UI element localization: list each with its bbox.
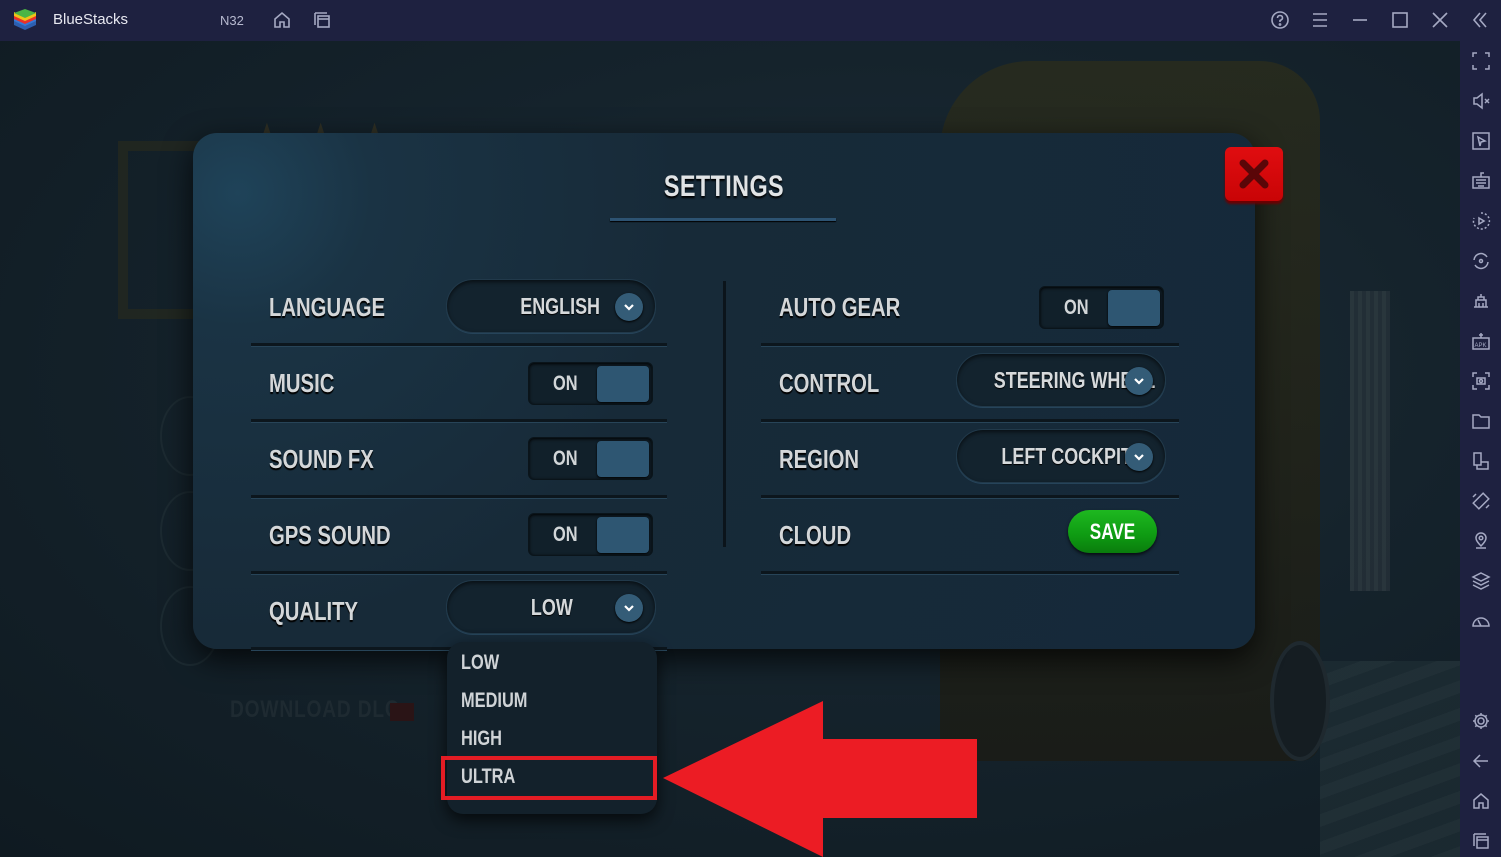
option-label: MEDIUM [461, 689, 528, 712]
toggle-knob [1108, 290, 1160, 326]
dropdown-value: LOW [530, 594, 573, 620]
background-dlc-badge [390, 703, 414, 721]
collapse-sidebar-icon[interactable] [1468, 8, 1492, 32]
close-settings-button[interactable] [1225, 147, 1283, 201]
setting-row-sound-fx: SOUND FX ON [251, 422, 667, 498]
setting-label: CLOUD [779, 520, 852, 550]
setting-row-cloud: CLOUD SAVE [761, 498, 1179, 574]
option-label: HIGH [461, 727, 502, 750]
recent-apps-icon[interactable] [1469, 829, 1493, 853]
setting-label: MUSIC [269, 368, 335, 398]
quality-option-low[interactable]: LOW [461, 646, 651, 682]
setting-label: AUTO GEAR [779, 292, 901, 322]
setting-label: GPS SOUND [269, 520, 391, 550]
option-label: LOW [461, 651, 500, 674]
sound-fx-toggle[interactable]: ON [528, 437, 653, 480]
fullscreen-icon[interactable] [1469, 49, 1493, 73]
background-wheel [1270, 641, 1330, 761]
setting-row-control: CONTROL STEERING WHEEL [761, 346, 1179, 422]
quality-option-medium[interactable]: MEDIUM [461, 684, 651, 720]
help-icon[interactable] [1268, 8, 1292, 32]
setting-row-auto-gear: AUTO GEAR ON [761, 270, 1179, 346]
setting-label: LANGUAGE [269, 292, 386, 322]
chevron-down-icon [615, 293, 643, 321]
dropdown-value: LEFT COCKPIT [1001, 443, 1132, 469]
toggle-knob [597, 441, 649, 477]
background-truck-grille [1350, 291, 1390, 591]
layers-icon[interactable] [1469, 569, 1493, 593]
gps-sound-toggle[interactable]: ON [528, 513, 653, 556]
settings-icon[interactable] [1469, 709, 1493, 733]
background-download-dlc: DOWNLOAD DLC [230, 696, 400, 723]
chevron-down-icon [1125, 443, 1153, 471]
setting-row-gps-sound: GPS SOUND ON [251, 498, 667, 574]
instance-name: N32 [220, 13, 244, 28]
save-button-label: SAVE [1089, 519, 1136, 544]
shake-icon[interactable] [1469, 489, 1493, 513]
cursor-icon[interactable] [1469, 129, 1493, 153]
minimize-icon[interactable] [1348, 8, 1372, 32]
setting-label: QUALITY [269, 596, 359, 626]
chevron-down-icon [1125, 367, 1153, 395]
setting-label: CONTROL [779, 368, 880, 398]
menu-icon[interactable] [1308, 8, 1332, 32]
dropdown-value: ENGLISH [520, 293, 600, 319]
mute-volume-icon[interactable] [1469, 89, 1493, 113]
bluestacks-logo [14, 9, 36, 30]
red-arrow-annotation [663, 701, 977, 857]
cloud-save-button[interactable]: SAVE [1068, 510, 1157, 553]
toggle-state: ON [553, 372, 578, 395]
music-toggle[interactable]: ON [528, 362, 653, 405]
location-icon[interactable] [1469, 529, 1493, 553]
settings-title: SETTINGS [663, 170, 785, 203]
rotate-screen-icon[interactable] [1469, 449, 1493, 473]
multi-instance-icon[interactable] [310, 8, 334, 32]
toggle-state: ON [553, 447, 578, 470]
keyboard-controls-icon[interactable] [1469, 169, 1493, 193]
right-sidebar: APK [1460, 41, 1501, 857]
setting-label: REGION [779, 444, 860, 474]
region-dropdown[interactable]: LEFT COCKPIT [956, 429, 1166, 483]
control-dropdown[interactable]: STEERING WHEEL [956, 353, 1166, 407]
quality-option-high[interactable]: HIGH [461, 722, 651, 758]
language-dropdown[interactable]: ENGLISH [446, 279, 656, 333]
settings-panel: SETTINGS LANGUAGE ENGLISH MUSIC ON SOUND… [193, 133, 1255, 650]
install-apk-icon[interactable]: APK [1469, 329, 1493, 353]
home-icon[interactable] [1469, 789, 1493, 813]
multi-instance-manager-icon[interactable] [1469, 289, 1493, 313]
back-icon[interactable] [1469, 749, 1493, 773]
toggle-knob [597, 517, 649, 553]
macro-recorder-icon[interactable] [1469, 209, 1493, 233]
setting-row-language: LANGUAGE ENGLISH [251, 270, 667, 346]
home-icon[interactable] [270, 8, 294, 32]
title-underline [610, 218, 836, 221]
toggle-state: ON [1064, 296, 1089, 319]
column-divider [723, 281, 726, 547]
screenshot-icon[interactable] [1469, 369, 1493, 393]
row-divider [761, 571, 1179, 574]
svg-text:APK: APK [1475, 343, 1487, 349]
toggle-state: ON [553, 523, 578, 546]
toggle-knob [597, 366, 649, 402]
chevron-down-icon [615, 594, 643, 622]
setting-label: SOUND FX [269, 444, 374, 474]
sync-icon[interactable] [1469, 249, 1493, 273]
app-title: BlueStacks [53, 11, 129, 28]
quality-dropdown[interactable]: LOW [446, 580, 656, 634]
setting-row-music: MUSIC ON [251, 346, 667, 422]
folder-icon[interactable] [1469, 409, 1493, 433]
close-icon [1239, 159, 1269, 189]
highlight-box-annotation [441, 756, 657, 800]
setting-row-quality: QUALITY LOW [251, 574, 667, 650]
title-bar: BlueStacks N32 [0, 0, 1501, 41]
eco-mode-icon[interactable] [1469, 609, 1493, 633]
auto-gear-toggle[interactable]: ON [1039, 286, 1164, 329]
close-icon[interactable] [1428, 8, 1452, 32]
maximize-icon[interactable] [1388, 8, 1412, 32]
background-road [1320, 661, 1460, 857]
setting-row-region: REGION LEFT COCKPIT [761, 422, 1179, 498]
